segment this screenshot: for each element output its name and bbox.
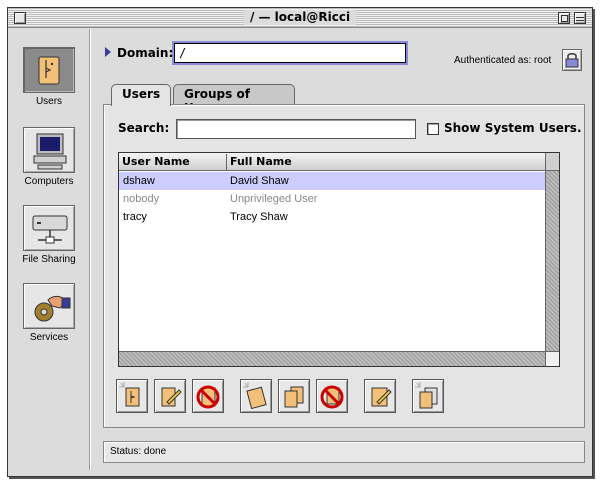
delete-user-button[interactable] — [192, 379, 224, 413]
zoom-box[interactable] — [558, 12, 570, 24]
domain-label: Domain: — [117, 46, 174, 60]
lock-icon — [565, 53, 579, 68]
delete-group-button[interactable] — [316, 379, 348, 413]
column-header-user-name[interactable]: User Name — [119, 154, 227, 170]
edit-user-icon — [161, 387, 182, 407]
edit-icon — [371, 387, 392, 407]
sidebar-item-label: Computers — [24, 176, 74, 187]
sidebar-item-file-sharing[interactable]: File Sharing — [8, 205, 90, 265]
services-icon — [23, 283, 75, 329]
users-table: User Name Full Name dshaw David Shaw nob… — [118, 152, 560, 367]
tab-groups-of-users[interactable]: Groups of Users — [173, 84, 295, 115]
show-system-users-label[interactable]: Show System Users. — [444, 121, 582, 135]
duplicate-icon — [415, 382, 438, 409]
tab-users[interactable]: Users — [111, 84, 171, 106]
title-bar[interactable]: / — local@Ricci — [8, 8, 592, 28]
resize-handle[interactable] — [545, 351, 559, 366]
table-row[interactable]: tracy Tracy Shaw — [119, 208, 546, 226]
main-window: / — local@Ricci Users Computers File Sha… — [7, 7, 593, 477]
new-group-button[interactable] — [240, 379, 272, 413]
add-to-group-icon — [284, 386, 304, 408]
window-title: / — local@Ricci — [243, 10, 357, 25]
sidebar-item-label: Services — [29, 332, 69, 343]
main-area: Domain: / Authenticated as: root Users G… — [91, 29, 592, 470]
sidebar: Users Computers File Sharing Services — [8, 29, 90, 470]
add-to-group-button[interactable] — [278, 379, 310, 413]
sidebar-item-label: Users — [35, 96, 63, 107]
user-icon — [23, 47, 75, 93]
edit-button[interactable] — [364, 379, 396, 413]
vertical-scrollbar[interactable] — [545, 171, 559, 351]
lock-button[interactable] — [562, 49, 582, 71]
column-header-full-name[interactable]: Full Name — [227, 154, 546, 170]
file-sharing-icon — [23, 205, 75, 251]
full-name-cell: Tracy Shaw — [230, 211, 288, 223]
user-name-cell: dshaw — [123, 175, 155, 187]
table-header: User Name Full Name — [119, 153, 546, 171]
table-row[interactable]: dshaw David Shaw — [119, 172, 546, 190]
delete-user-icon — [196, 385, 220, 409]
new-user-button[interactable] — [116, 379, 148, 413]
edit-user-button[interactable] — [154, 379, 186, 413]
sidebar-item-computers[interactable]: Computers — [8, 127, 90, 187]
sidebar-item-label: File Sharing — [22, 254, 76, 265]
auth-status: Authenticated as: root — [454, 55, 552, 66]
full-name-cell: Unprivileged User — [230, 193, 318, 205]
computer-icon — [23, 127, 75, 173]
status-bar: Status: done — [103, 441, 585, 463]
search-input[interactable] — [176, 119, 416, 139]
new-user-icon — [119, 382, 140, 407]
collapse-box[interactable] — [574, 12, 586, 24]
user-name-cell: tracy — [123, 211, 147, 223]
domain-input[interactable]: / — [174, 43, 406, 63]
delete-group-icon — [320, 385, 344, 409]
search-label: Search: — [118, 121, 170, 135]
disclosure-triangle-icon[interactable] — [105, 47, 111, 57]
duplicate-button[interactable] — [412, 379, 444, 413]
user-name-cell: nobody — [123, 193, 160, 205]
column-picker[interactable] — [545, 153, 559, 171]
sidebar-item-services[interactable]: Services — [8, 283, 90, 343]
sidebar-item-users[interactable]: Users — [8, 47, 90, 107]
table-row[interactable]: nobody Unprivileged User — [119, 190, 546, 208]
users-panel: Search: Show System Users. User Name Ful… — [103, 104, 585, 428]
full-name-cell: David Shaw — [230, 175, 289, 187]
close-box[interactable] — [14, 12, 26, 24]
show-system-users-checkbox[interactable] — [427, 123, 439, 135]
horizontal-scrollbar[interactable] — [119, 351, 546, 366]
new-group-icon — [243, 382, 267, 410]
